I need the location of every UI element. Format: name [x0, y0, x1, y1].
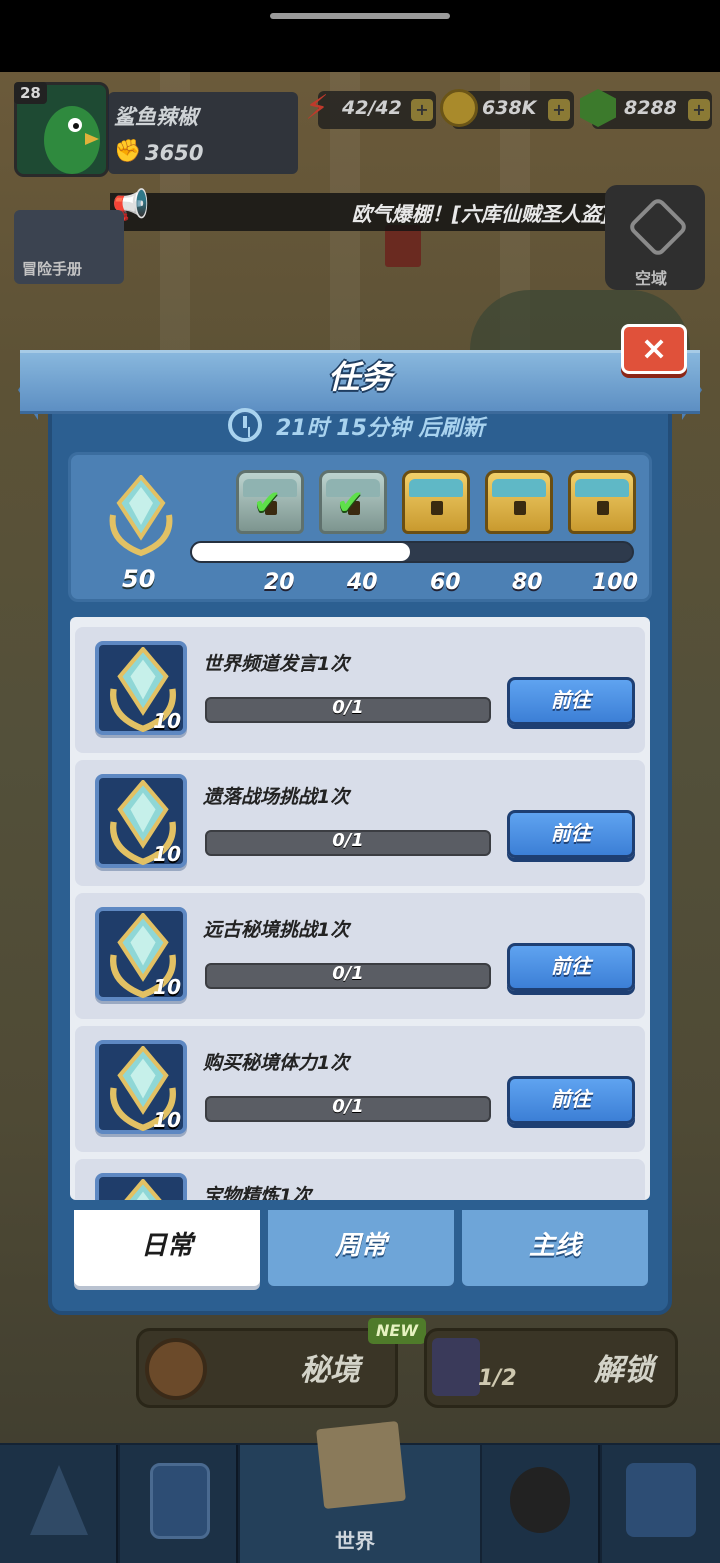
target-icon: [145, 1338, 207, 1400]
treasure-map-icon: [316, 1420, 406, 1510]
task-name: 遗落战场挑战1次: [203, 786, 350, 808]
gold-coin-icon: [440, 89, 478, 127]
task-name: 世界频道发言1次: [203, 653, 350, 675]
milestone-label: 40: [347, 570, 378, 595]
task-list[interactable]: 10 世界频道发言1次 0/1 前往 10 遗落战场挑战1次 0/1 前往 10 远古秘境挑战1次…: [70, 617, 650, 1200]
crystal-icon: [30, 1465, 88, 1535]
task-reward-amount: 10: [153, 975, 181, 999]
task-progress-text: 0/1: [332, 963, 364, 984]
task-progress-bar: 0/1: [205, 697, 491, 723]
milestone-label: 80: [512, 570, 543, 595]
task-progress-bar: 0/1: [205, 1096, 491, 1122]
nav-guild[interactable]: [602, 1445, 720, 1563]
tab-main[interactable]: 主线: [462, 1210, 648, 1286]
energy-value: 42/42: [342, 97, 402, 119]
add-gem-button[interactable]: +: [688, 99, 710, 121]
nav-heroes[interactable]: [0, 1445, 118, 1563]
task-row: 10 购买秘境体力1次 0/1 前往: [75, 1026, 645, 1152]
task-progress-text: 0/1: [332, 830, 364, 851]
refresh-timer: 21时 15分钟 后刷新: [276, 416, 485, 441]
claimed-chest-icon[interactable]: ✔: [319, 470, 387, 534]
task-name: 购买秘境体力1次: [203, 1052, 350, 1074]
go-button[interactable]: 前往: [507, 810, 635, 858]
sky-domain-label: 空域: [635, 269, 668, 288]
task-reward-amount: 10: [153, 842, 181, 866]
torch-icon: [432, 1338, 480, 1396]
fist-icon: ✊: [114, 139, 142, 164]
claimed-chest-icon[interactable]: ✔: [236, 470, 304, 534]
go-button[interactable]: 前往: [507, 677, 635, 725]
reward-chest-icon[interactable]: [485, 470, 553, 534]
modal-title: 任务: [327, 358, 392, 396]
gem-value: 8288: [624, 97, 677, 119]
go-button[interactable]: 前往: [507, 1076, 635, 1124]
dragon-seal-icon: [385, 225, 421, 267]
task-reward-icon: 10: [95, 907, 187, 1001]
activity-medal-icon: [109, 475, 173, 557]
chest-lock: [597, 501, 609, 515]
task-reward-icon: 10: [95, 1040, 187, 1134]
reward-chest-icon[interactable]: [568, 470, 636, 534]
task-reward-icon: 10: [95, 774, 187, 868]
task-name: 远古秘境挑战1次: [203, 919, 350, 941]
check-icon: ✔: [253, 483, 282, 523]
milestone-label: 60: [430, 570, 461, 595]
new-badge: NEW: [368, 1318, 426, 1344]
task-row: 10 遗落战场挑战1次 0/1 前往: [75, 760, 645, 886]
task-row: 10 世界频道发言1次 0/1 前往: [75, 627, 645, 753]
home-indicator: [270, 13, 450, 19]
close-button[interactable]: ×: [621, 324, 687, 374]
unlock-label: 解锁: [594, 1353, 654, 1388]
nav-world-label: 世界: [335, 1529, 375, 1553]
chest-lock: [514, 501, 526, 515]
chest-lock: [431, 501, 443, 515]
status-bar: [0, 0, 720, 72]
chest-lid: [575, 479, 629, 497]
guild-house-icon: [626, 1463, 696, 1537]
add-gold-button[interactable]: +: [548, 99, 570, 121]
gold-value: 638K: [482, 97, 537, 119]
task-progress-bar: 0/1: [205, 963, 491, 989]
player-level: 28: [14, 82, 47, 104]
adventure-book-label: 冒险手册: [22, 260, 83, 278]
lightning-icon: ⚡: [305, 88, 329, 128]
nav-cards[interactable]: [120, 1445, 238, 1563]
tab-weekly[interactable]: 周常: [268, 1210, 454, 1286]
unlock-count: 1/2: [478, 1366, 517, 1391]
task-progress-text: 0/1: [332, 1096, 364, 1117]
player-power: 3650: [145, 141, 204, 165]
task-reward-icon: 10: [95, 1173, 187, 1200]
secret-realm-label: 秘境: [300, 1353, 360, 1388]
task-reward-amount: 10: [153, 709, 181, 733]
reward-chest-icon[interactable]: [402, 470, 470, 534]
chest-lid: [409, 479, 463, 497]
pet-icon: [510, 1467, 570, 1533]
task-name: 宝物精炼1次: [203, 1185, 312, 1200]
add-energy-button[interactable]: +: [411, 99, 433, 121]
clock-icon: [228, 408, 262, 442]
activity-points: 50: [122, 565, 156, 593]
task-reward-icon: 10: [95, 641, 187, 735]
nav-pets[interactable]: [482, 1445, 600, 1563]
milestone-label: 20: [264, 570, 295, 595]
medal-icon: [124, 1179, 162, 1200]
chest-lid: [492, 479, 546, 497]
tab-daily[interactable]: 日常: [74, 1210, 260, 1286]
player-name: 鲨鱼辣椒: [114, 105, 198, 129]
task-progress-bar: 0/1: [205, 830, 491, 856]
task-row: 10宝物精炼1次0/1前往: [75, 1159, 645, 1200]
check-icon: ✔: [336, 483, 365, 523]
go-button[interactable]: 前往: [507, 943, 635, 991]
task-progress-text: 0/1: [332, 697, 364, 718]
task-row: 10 远古秘境挑战1次 0/1 前往: [75, 893, 645, 1019]
broadcast-text: 欧气爆棚！[六库仙贼圣人盗]: [351, 202, 610, 226]
milestone-label: 100: [592, 570, 638, 595]
activity-progress-fill: [192, 543, 410, 561]
task-reward-amount: 10: [153, 1108, 181, 1132]
card-icon: [150, 1463, 210, 1539]
